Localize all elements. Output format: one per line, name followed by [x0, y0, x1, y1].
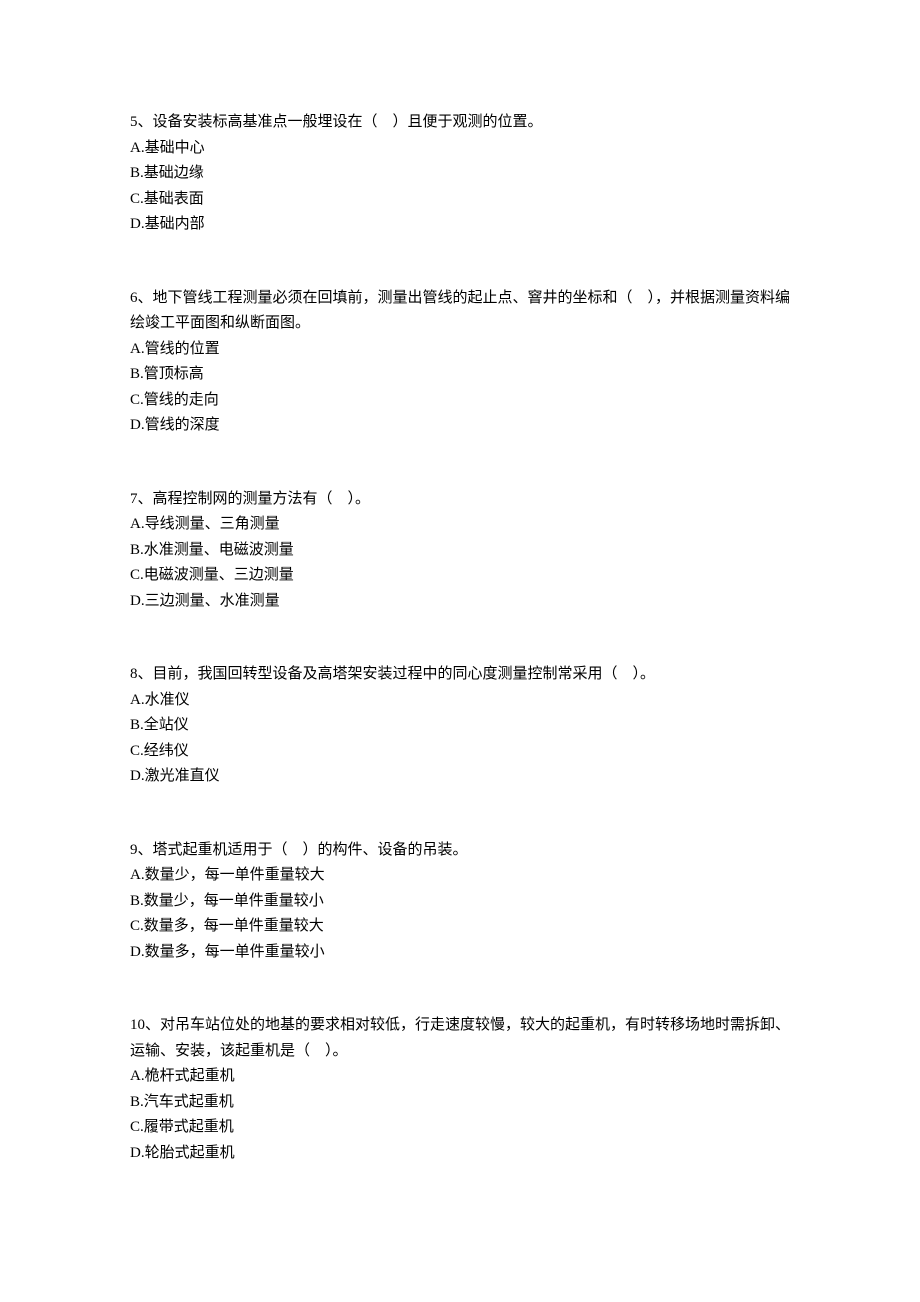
question-option-b: B.汽车式起重机 [130, 1090, 790, 1116]
question-option-d: D.三边测量、水准测量 [130, 589, 790, 615]
question-stem: 8、目前，我国回转型设备及高塔架安装过程中的同心度测量控制常采用（ ）。 [130, 662, 790, 688]
question-option-c: C.基础表面 [130, 187, 790, 213]
question-option-d: D.管线的深度 [130, 413, 790, 439]
question-10: 10、对吊车站位处的地基的要求相对较低，行走速度较慢，较大的起重机，有时转移场地… [130, 1013, 790, 1166]
question-option-c: C.电磁波测量、三边测量 [130, 563, 790, 589]
question-option-c: C.履带式起重机 [130, 1115, 790, 1141]
question-stem: 6、地下管线工程测量必须在回填前，测量出管线的起止点、窨井的坐标和（ ），并根据… [130, 286, 790, 337]
question-9: 9、塔式起重机适用于（ ）的构件、设备的吊装。 A.数量少，每一单件重量较大 B… [130, 838, 790, 966]
question-6: 6、地下管线工程测量必须在回填前，测量出管线的起止点、窨井的坐标和（ ），并根据… [130, 286, 790, 439]
question-option-b: B.管顶标高 [130, 362, 790, 388]
question-stem: 10、对吊车站位处的地基的要求相对较低，行走速度较慢，较大的起重机，有时转移场地… [130, 1013, 790, 1064]
question-option-b: B.全站仪 [130, 713, 790, 739]
question-option-a: A.管线的位置 [130, 337, 790, 363]
question-option-b: B.水准测量、电磁波测量 [130, 538, 790, 564]
question-7: 7、高程控制网的测量方法有（ ）。 A.导线测量、三角测量 B.水准测量、电磁波… [130, 487, 790, 615]
question-stem: 7、高程控制网的测量方法有（ ）。 [130, 487, 790, 513]
question-option-a: A.桅杆式起重机 [130, 1064, 790, 1090]
question-stem: 9、塔式起重机适用于（ ）的构件、设备的吊装。 [130, 838, 790, 864]
question-option-a: A.数量少，每一单件重量较大 [130, 863, 790, 889]
question-option-d: D.数量多，每一单件重量较小 [130, 940, 790, 966]
question-5: 5、设备安装标高基准点一般埋设在（ ）且便于观测的位置。 A.基础中心 B.基础… [130, 110, 790, 238]
question-option-a: A.水准仪 [130, 688, 790, 714]
question-option-b: B.基础边缘 [130, 161, 790, 187]
question-option-b: B.数量少，每一单件重量较小 [130, 889, 790, 915]
question-stem: 5、设备安装标高基准点一般埋设在（ ）且便于观测的位置。 [130, 110, 790, 136]
question-8: 8、目前，我国回转型设备及高塔架安装过程中的同心度测量控制常采用（ ）。 A.水… [130, 662, 790, 790]
question-option-d: D.激光准直仪 [130, 764, 790, 790]
question-option-c: C.管线的走向 [130, 388, 790, 414]
question-option-a: A.基础中心 [130, 136, 790, 162]
question-option-c: C.数量多，每一单件重量较大 [130, 914, 790, 940]
question-option-d: D.基础内部 [130, 212, 790, 238]
question-option-c: C.经纬仪 [130, 739, 790, 765]
question-option-a: A.导线测量、三角测量 [130, 512, 790, 538]
document-page: 5、设备安装标高基准点一般埋设在（ ）且便于观测的位置。 A.基础中心 B.基础… [0, 0, 920, 1266]
question-option-d: D.轮胎式起重机 [130, 1141, 790, 1167]
